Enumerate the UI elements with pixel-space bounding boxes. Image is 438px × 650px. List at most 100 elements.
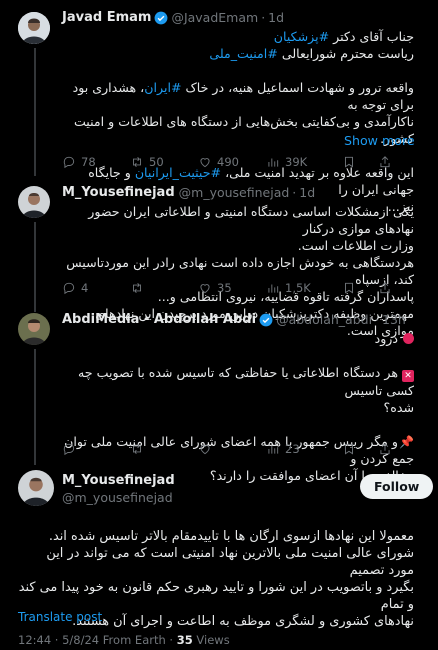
avatar[interactable]: [18, 12, 50, 44]
bookmark-icon: [345, 443, 353, 455]
post-timestamp[interactable]: 12:44 · 5/8/24 From Earth ·: [18, 633, 173, 647]
views-button[interactable]: 39K: [266, 155, 342, 169]
follow-button[interactable]: Follow: [360, 474, 434, 499]
post-meta: 12:44 · 5/8/24 From Earth · 35 Views: [18, 633, 230, 647]
text-segment: واقعه ترور و شهادت اسماعیل هنیه، در خاک: [181, 80, 414, 95]
share-button[interactable]: [378, 155, 392, 169]
views-count: 1,5K: [285, 281, 311, 295]
separator-dot: ·: [375, 312, 380, 327]
avatar[interactable]: [18, 313, 50, 345]
translate-post-link[interactable]: Translate post: [18, 610, 102, 624]
reply-button[interactable]: 4: [62, 281, 130, 295]
thread-line: [34, 349, 36, 465]
text-line: شده؟: [383, 400, 414, 415]
avatar-photo-icon: [18, 12, 50, 44]
like-button[interactable]: [198, 442, 266, 456]
action-bar: 4 35 1,5K: [62, 281, 422, 295]
hashtag-link[interactable]: #ایران: [144, 80, 181, 95]
repost-icon: [133, 283, 141, 293]
author-handle[interactable]: @m_yousefinejad: [179, 185, 290, 200]
text-line: یکی ازمشکلات اساسی دستگاه امنیتی و اطلاع…: [88, 204, 414, 236]
like-icon: [200, 158, 210, 168]
views-button[interactable]: 23: [266, 442, 342, 456]
like-button[interactable]: 35: [198, 281, 266, 295]
text-line: شورای عالی امنیت ملی بالاترین نهاد امنیت…: [46, 546, 414, 578]
author-handle[interactable]: @JavadEmam: [171, 10, 258, 25]
like-icon: [200, 284, 210, 294]
author-handle[interactable]: @m_yousefinejad: [62, 489, 175, 506]
like-count: 35: [217, 281, 232, 295]
views-icon: [268, 445, 279, 454]
views-icon: [268, 158, 279, 167]
separator-dot: ·: [292, 185, 297, 200]
bookmark-button[interactable]: [342, 155, 378, 169]
hashtag-link[interactable]: #پزشکیان: [274, 29, 329, 44]
post-time[interactable]: 1d: [299, 185, 315, 200]
post-time[interactable]: 1d: [268, 10, 284, 25]
text-segment: هر دستگاه اطلاعاتی یا حفاظتی که تاسیس شد…: [78, 365, 414, 398]
views-count: 23: [285, 442, 300, 456]
like-icon: [200, 445, 210, 455]
post-views-label: Views: [196, 633, 230, 647]
action-bar: 23: [62, 442, 422, 456]
reply-icon: [63, 282, 75, 295]
bookmark-icon: [345, 156, 353, 168]
reply-button[interactable]: 78: [62, 155, 130, 169]
share-icon: [380, 156, 390, 168]
reply-button[interactable]: [62, 442, 130, 456]
avatar[interactable]: [18, 470, 54, 506]
avatar-photo-icon: [18, 186, 50, 218]
tweet-header: AbdiMedia - Abdollah Abdi @abdolah_abdi …: [62, 312, 406, 327]
text-segment: ریاست محترم شورایعالی: [277, 46, 414, 61]
text-segment: درود: [374, 331, 398, 346]
post-views-count: 35: [176, 633, 193, 647]
thread-line: [34, 48, 36, 176]
bookmark-button[interactable]: [342, 442, 378, 456]
share-button[interactable]: [378, 281, 392, 295]
tweet-text: درود ✕هر دستگاه اطلاعاتی یا حفاظتی که تا…: [62, 330, 414, 484]
like-button[interactable]: 490: [198, 155, 266, 169]
text-line: وزارت اطلاعات است.: [297, 238, 414, 253]
focused-tweet-author: M_Yousefinejad @m_yousefinejad: [62, 472, 175, 506]
avatar-photo-icon: [18, 470, 54, 506]
separator-dot: ·: [261, 10, 266, 25]
reply-count: 4: [81, 281, 89, 295]
verified-badge-icon: [259, 313, 273, 326]
thread-line: [34, 222, 36, 312]
views-count: 39K: [285, 155, 308, 169]
views-icon: [268, 284, 279, 293]
share-button[interactable]: [378, 442, 392, 456]
share-icon: [380, 282, 390, 294]
views-button[interactable]: 1,5K: [266, 281, 342, 295]
author-name[interactable]: M_Yousefinejad: [62, 185, 175, 200]
red-circle-emoji-icon: [403, 333, 414, 344]
bookmark-button[interactable]: [342, 281, 378, 295]
verified-badge-icon: [155, 11, 168, 24]
repost-button[interactable]: 50: [130, 155, 198, 169]
author-name[interactable]: M_Yousefinejad: [62, 472, 175, 489]
post-time[interactable]: 13h: [382, 312, 406, 327]
reply-icon: [63, 156, 75, 169]
tweet-header: Javad Emam @JavadEmam · 1d: [62, 10, 284, 25]
share-icon: [380, 443, 390, 455]
author-name[interactable]: AbdiMedia - Abdollah Abdi: [62, 312, 256, 327]
avatar-photo-icon: [18, 313, 50, 345]
tweet-header: M_Yousefinejad @m_yousefinejad · 1d: [62, 185, 315, 200]
author-handle[interactable]: @abdolah_abdi: [276, 312, 372, 327]
reply-icon: [63, 443, 75, 456]
show-more-link[interactable]: Show more: [344, 133, 415, 148]
repost-button[interactable]: [130, 281, 198, 295]
like-count: 490: [217, 155, 239, 169]
avatar[interactable]: [18, 186, 50, 218]
repost-button[interactable]: [130, 442, 198, 456]
text-segment: جناب آقای دکتر: [329, 29, 414, 44]
text-line: بگیرد و باتصویب در این شورا و تایید رهبر…: [18, 580, 414, 612]
text-line: معمولا این نهادها ازسوی ارگان ها با تایی…: [48, 529, 414, 544]
author-name[interactable]: Javad Emam: [62, 10, 151, 25]
cross-mark-emoji-icon: ✕: [402, 370, 414, 382]
action-bar: 78 50 490 39K: [62, 155, 422, 169]
repost-icon: [133, 157, 141, 167]
reply-count: 78: [81, 155, 96, 169]
bookmark-icon: [345, 282, 353, 294]
hashtag-link[interactable]: #امنیت_ملی: [209, 46, 277, 61]
